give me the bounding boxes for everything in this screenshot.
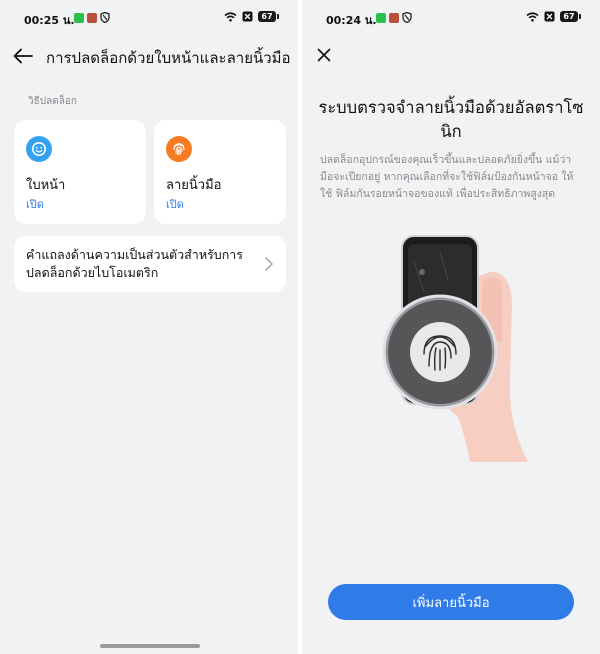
arrow-left-icon	[13, 48, 33, 64]
game-app-icon	[389, 12, 399, 23]
shield-icon	[100, 12, 110, 23]
chevron-right-icon	[265, 257, 273, 271]
screen-description: ปลดล็อกอุปกรณ์ของคุณเร็วขึ้นและปลอดภัยยิ…	[320, 154, 574, 200]
fingerprint-icon	[166, 136, 192, 162]
face-card-title: ใบหน้า	[26, 178, 66, 193]
privacy-statement-label: คำแถลงด้านความเป็นส่วนตัวสำหรับการปลดล็อ…	[26, 247, 244, 280]
fingerprint-unlock-card[interactable]: ลายนิ้วมือ เปิด	[154, 120, 286, 224]
home-indicator[interactable]	[100, 644, 200, 648]
status-bar: 00:24 น. 67	[302, 8, 600, 28]
battery-indicator: 67	[560, 11, 581, 22]
signal-off-icon	[242, 11, 253, 22]
ultrasonic-fingerprint-intro-screen: 00:24 น. 67 ระบบตรวจจำลายนิ้วมือด้วยอัลต…	[302, 0, 600, 654]
wifi-icon	[526, 11, 539, 22]
fingerprint-card-status: เปิด	[166, 198, 184, 211]
fingerprint-card-title: ลายนิ้วมือ	[166, 178, 222, 193]
notification-icons	[74, 12, 110, 23]
line-app-icon	[74, 12, 84, 23]
back-button[interactable]	[10, 44, 36, 68]
face-unlock-card[interactable]: ใบหน้า เปิด	[14, 120, 146, 224]
status-right: 67	[526, 11, 581, 22]
shield-icon	[402, 12, 412, 23]
game-app-icon	[87, 12, 97, 23]
face-icon	[26, 136, 52, 162]
wifi-icon	[224, 11, 237, 22]
status-time: 00:25 น.	[24, 14, 75, 27]
status-right: 67	[224, 11, 279, 22]
hand-phone-fingerprint-illustration	[382, 235, 528, 462]
face-card-status: เปิด	[26, 198, 44, 211]
page-title: การปลดล็อกด้วยใบหน้าและลายนิ้วมือ	[46, 49, 291, 67]
section-label: วิธีปลดล็อก	[28, 96, 77, 107]
battery-indicator: 67	[258, 11, 279, 22]
status-bar: 00:25 น. 67	[0, 8, 298, 28]
line-app-icon	[376, 12, 386, 23]
signal-off-icon	[544, 11, 555, 22]
close-icon	[317, 48, 331, 62]
close-button[interactable]	[312, 43, 336, 67]
screen-title: ระบบตรวจจำลายนิ้วมือด้วยอัลตราโซนิก	[318, 98, 584, 141]
privacy-statement-item[interactable]: คำแถลงด้านความเป็นส่วนตัวสำหรับการปลดล็อ…	[14, 236, 286, 292]
status-time: 00:24 น.	[326, 14, 377, 27]
add-fingerprint-button[interactable]: เพิ่มลายนิ้วมือ	[328, 584, 574, 620]
notification-icons	[376, 12, 412, 23]
face-fingerprint-settings-screen: 00:25 น. 67 การปลดล็อกด้วยใบหน้าและลายนิ…	[0, 0, 298, 654]
